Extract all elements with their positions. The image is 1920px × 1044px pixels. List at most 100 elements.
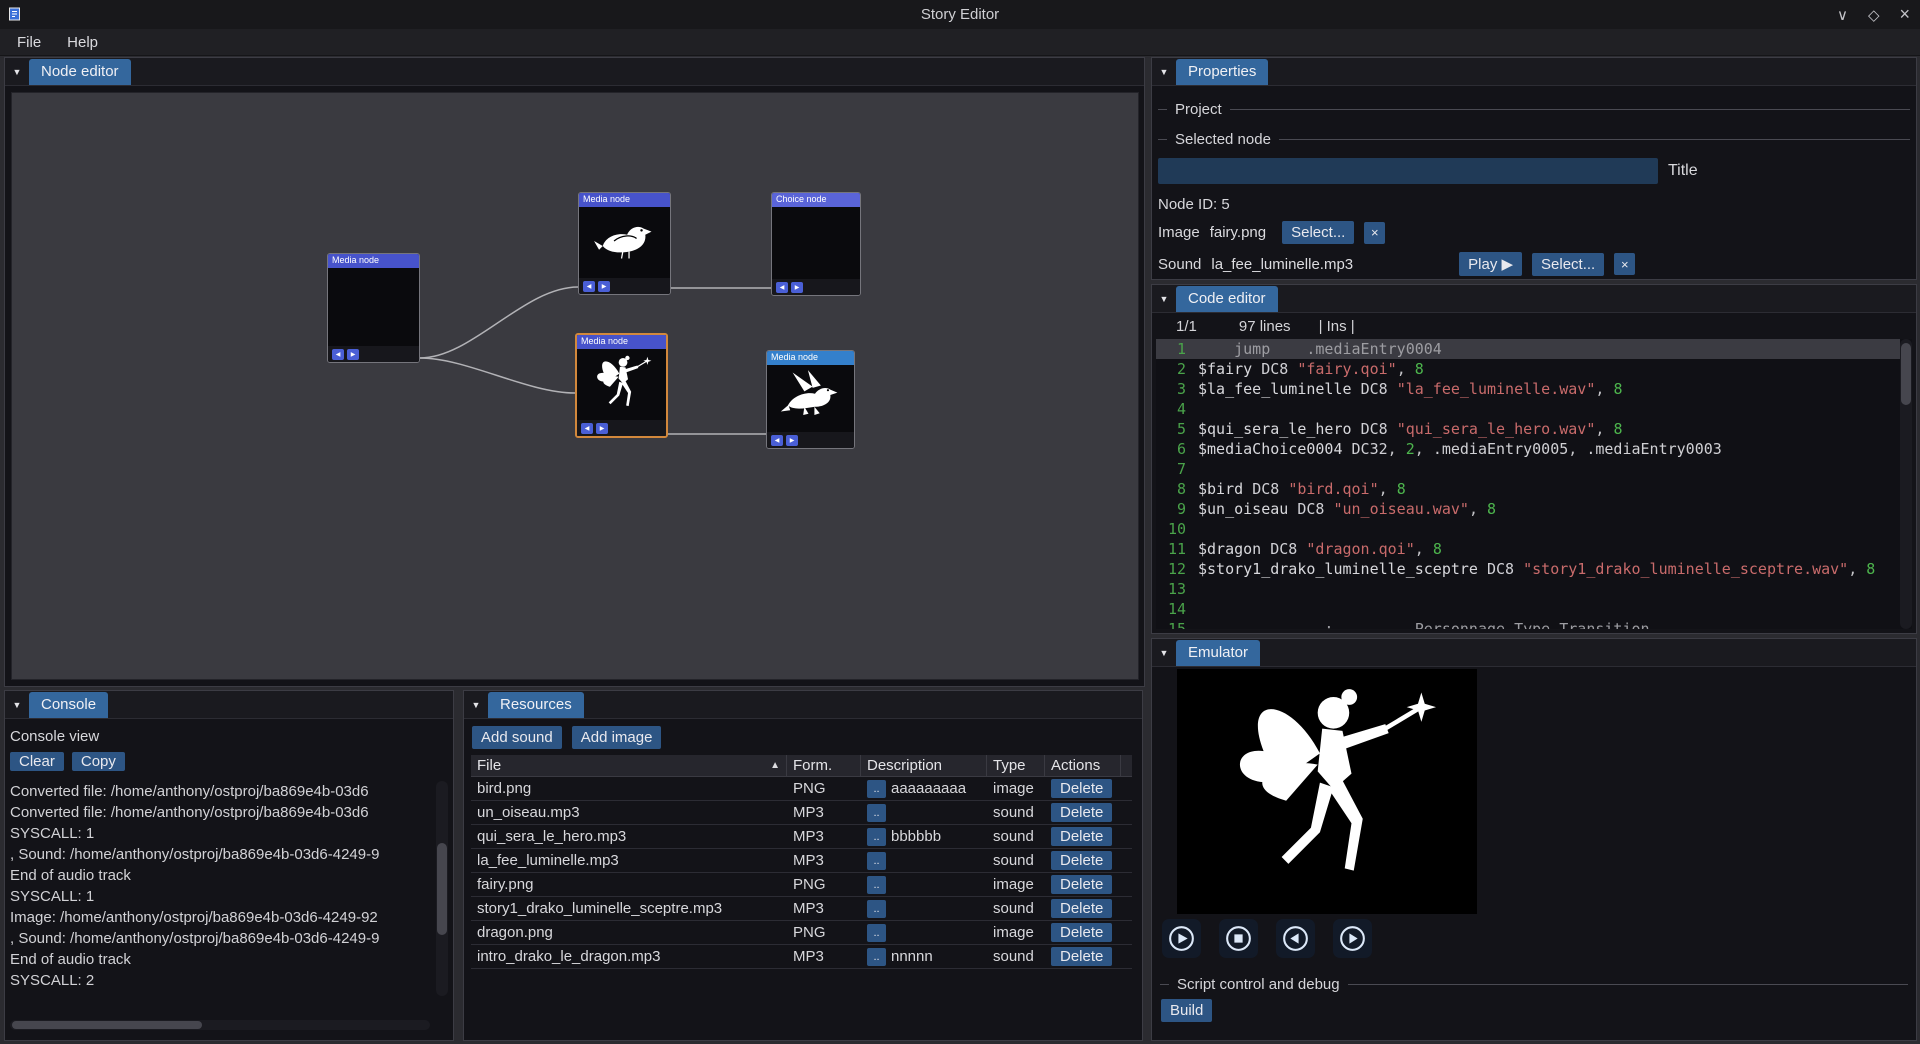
graph-node[interactable]: Choice node ◀▶ — [771, 192, 861, 296]
minimize-icon[interactable]: ∨ — [1837, 6, 1848, 24]
code-line[interactable]: 3$la_fee_luminelle DC8 "la_fee_luminelle… — [1156, 379, 1900, 399]
console-log[interactable]: Converted file: /home/anthony/ostproj/ba… — [10, 781, 432, 1000]
code-line[interactable]: 2$fairy DC8 "fairy.qoi", 8 — [1156, 359, 1900, 379]
delete-button[interactable]: Delete — [1051, 851, 1112, 870]
node-prev-button[interactable]: ◀ — [583, 281, 595, 292]
delete-button[interactable]: Delete — [1051, 875, 1112, 894]
graph-node[interactable]: Media node ◀▶ — [327, 253, 420, 363]
code-line[interactable]: 10 — [1156, 519, 1900, 539]
edit-description-button[interactable]: .. — [867, 828, 886, 846]
node-title-bar[interactable]: Media node — [579, 193, 670, 207]
console-scrollbar-horizontal[interactable] — [10, 1020, 430, 1030]
edit-description-button[interactable]: .. — [867, 804, 886, 822]
graph-node[interactable]: Media node ◀▶ — [578, 192, 671, 295]
node-next-button[interactable]: ▶ — [596, 423, 608, 434]
build-button[interactable]: Build — [1161, 999, 1212, 1022]
node-prev-button[interactable]: ◀ — [332, 349, 344, 360]
code-scrollbar[interactable] — [1900, 339, 1912, 629]
tab-code-editor[interactable]: Code editor — [1176, 286, 1278, 312]
step-back-button[interactable] — [1276, 919, 1315, 958]
tab-console[interactable]: Console — [29, 692, 108, 718]
copy-button[interactable]: Copy — [72, 752, 125, 771]
table-row[interactable]: intro_drako_le_dragon.mp3MP3..nnnnnsound… — [471, 945, 1132, 969]
code-line[interactable]: 11$dragon DC8 "dragon.qoi", 8 — [1156, 539, 1900, 559]
table-row[interactable]: fairy.pngPNG..imageDelete — [471, 873, 1132, 897]
code-line[interactable]: 13 — [1156, 579, 1900, 599]
collapse-icon[interactable]: ▼ — [1152, 67, 1176, 77]
node-title-bar[interactable]: Media node — [767, 351, 854, 365]
table-row[interactable]: qui_sera_le_hero.mp3MP3..bbbbbbsoundDele… — [471, 825, 1132, 849]
console-scrollbar-thumb[interactable] — [437, 843, 447, 935]
node-next-button[interactable]: ▶ — [786, 435, 798, 446]
collapse-icon[interactable]: ▼ — [1152, 648, 1176, 658]
image-remove-button[interactable]: × — [1364, 222, 1385, 244]
tab-emulator[interactable]: Emulator — [1176, 640, 1260, 666]
sound-play-button[interactable]: Play ▶ — [1459, 252, 1522, 276]
delete-button[interactable]: Delete — [1051, 923, 1112, 942]
code-line[interactable]: 4 — [1156, 399, 1900, 419]
add-sound-button[interactable]: Add sound — [472, 726, 562, 749]
graph-node[interactable]: Media node ◀▶ — [766, 350, 855, 449]
menu-item-help[interactable]: Help — [54, 31, 111, 54]
code-line[interactable]: 8$bird DC8 "bird.qoi", 8 — [1156, 479, 1900, 499]
edit-description-button[interactable]: .. — [867, 948, 886, 966]
column-header-type[interactable]: Type — [987, 755, 1045, 776]
code-line[interactable]: 9$un_oiseau DC8 "un_oiseau.wav", 8 — [1156, 499, 1900, 519]
console-hscrollbar-thumb[interactable] — [12, 1021, 202, 1029]
play-button[interactable] — [1162, 919, 1201, 958]
tab-properties[interactable]: Properties — [1176, 59, 1268, 85]
node-prev-button[interactable]: ◀ — [776, 282, 788, 293]
edit-description-button[interactable]: .. — [867, 852, 886, 870]
node-title-bar[interactable]: Media node — [328, 254, 419, 268]
menu-item-file[interactable]: File — [4, 31, 54, 54]
table-row[interactable]: dragon.pngPNG..imageDelete — [471, 921, 1132, 945]
node-prev-button[interactable]: ◀ — [581, 423, 593, 434]
maximize-icon[interactable]: ◇ — [1868, 6, 1880, 24]
node-prev-button[interactable]: ◀ — [771, 435, 783, 446]
edit-description-button[interactable]: .. — [867, 876, 886, 894]
delete-button[interactable]: Delete — [1051, 947, 1112, 966]
tab-node-editor[interactable]: Node editor — [29, 59, 131, 85]
code-line[interactable]: 6$mediaChoice0004 DC32, 2, .mediaEntry00… — [1156, 439, 1900, 459]
code-line[interactable]: 12$story1_drako_luminelle_sceptre DC8 "s… — [1156, 559, 1900, 579]
step-forward-button[interactable] — [1333, 919, 1372, 958]
sound-remove-button[interactable]: × — [1614, 253, 1635, 275]
collapse-icon[interactable]: ▼ — [464, 700, 488, 710]
clear-button[interactable]: Clear — [10, 752, 64, 771]
code-line[interactable]: 7 — [1156, 459, 1900, 479]
node-next-button[interactable]: ▶ — [598, 281, 610, 292]
code-line[interactable]: 15 ; ------- Personnage Type Transition … — [1156, 619, 1900, 629]
delete-button[interactable]: Delete — [1051, 899, 1112, 918]
sound-select-button[interactable]: Select... — [1532, 253, 1604, 276]
add-image-button[interactable]: Add image — [572, 726, 662, 749]
column-header-actions[interactable]: Actions — [1045, 755, 1121, 776]
node-title-bar[interactable]: Media node — [577, 335, 666, 349]
table-row[interactable]: un_oiseau.mp3MP3..soundDelete — [471, 801, 1132, 825]
table-row[interactable]: bird.pngPNG..aaaaaaaaaimageDelete — [471, 777, 1132, 801]
table-row[interactable]: story1_drako_luminelle_sceptre.mp3MP3..s… — [471, 897, 1132, 921]
title-input[interactable] — [1158, 158, 1658, 184]
code-line[interactable]: 1 jump .mediaEntry0004 — [1156, 339, 1900, 359]
image-select-button[interactable]: Select... — [1282, 221, 1354, 244]
stop-button[interactable] — [1219, 919, 1258, 958]
node-title-bar[interactable]: Choice node — [772, 193, 860, 207]
tab-resources[interactable]: Resources — [488, 692, 584, 718]
node-next-button[interactable]: ▶ — [791, 282, 803, 293]
delete-button[interactable]: Delete — [1051, 779, 1112, 798]
code-line[interactable]: 5$qui_sera_le_hero DC8 "qui_sera_le_hero… — [1156, 419, 1900, 439]
graph-node[interactable]: Media node ◀▶ — [575, 333, 668, 438]
delete-button[interactable]: Delete — [1051, 827, 1112, 846]
console-scrollbar-vertical[interactable] — [436, 781, 448, 996]
code-scrollbar-thumb[interactable] — [1901, 343, 1911, 405]
column-header-file[interactable]: File▲ — [471, 755, 787, 776]
delete-button[interactable]: Delete — [1051, 803, 1112, 822]
collapse-icon[interactable]: ▼ — [1152, 294, 1176, 304]
collapse-icon[interactable]: ▼ — [5, 67, 29, 77]
column-header-description[interactable]: Description — [861, 755, 987, 776]
table-row[interactable]: la_fee_luminelle.mp3MP3..soundDelete — [471, 849, 1132, 873]
close-icon[interactable]: × — [1899, 4, 1910, 25]
column-header-form[interactable]: Form. — [787, 755, 861, 776]
node-next-button[interactable]: ▶ — [347, 349, 359, 360]
code-area[interactable]: 1 jump .mediaEntry00042$fairy DC8 "fairy… — [1156, 339, 1912, 629]
collapse-icon[interactable]: ▼ — [5, 700, 29, 710]
